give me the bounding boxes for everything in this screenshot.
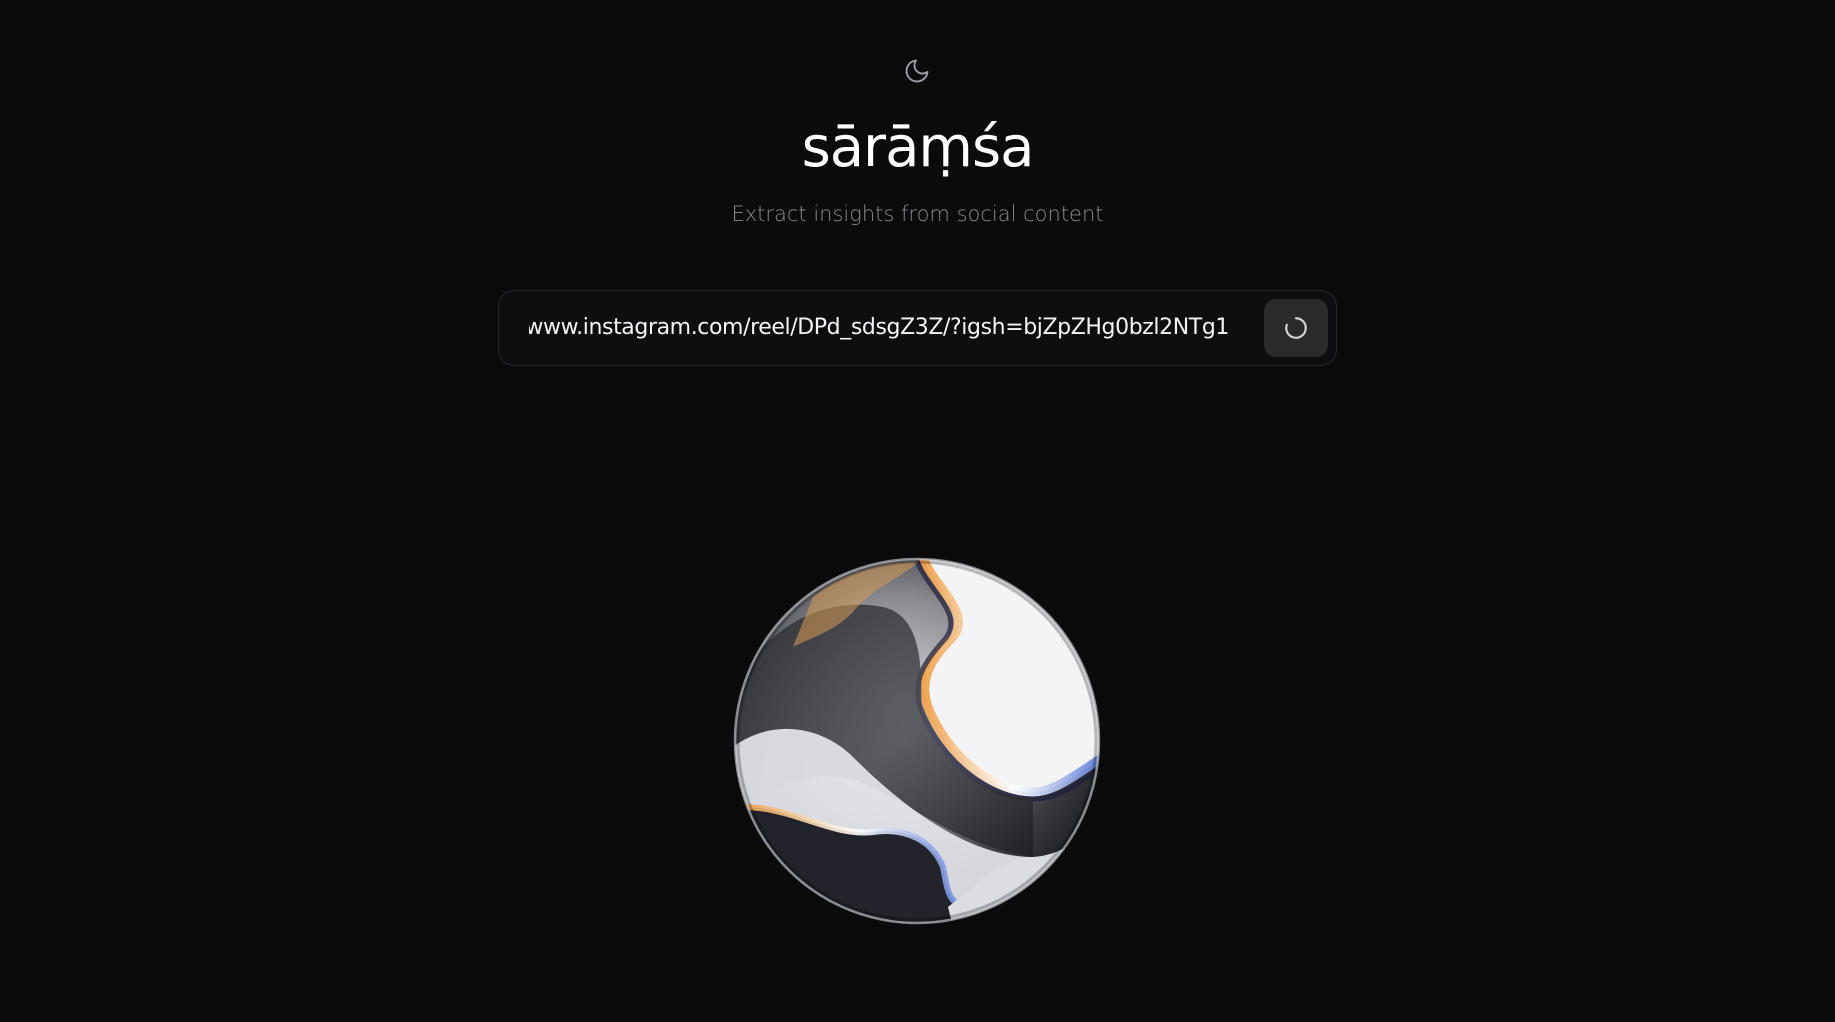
url-input[interactable]: tps://www.instagram.com/reel/DPd_sdsgZ3Z… [529,291,1229,365]
app-page: sārāṃśa Extract insights from social con… [0,0,1835,1022]
url-form: tps://www.instagram.com/reel/DPd_sdsgZ3Z… [498,290,1337,366]
chrome-orb-graphic [733,557,1101,925]
submit-button[interactable] [1264,299,1328,357]
loading-spinner-icon [1285,317,1307,339]
app-subtitle: Extract insights from social content [731,202,1104,226]
url-input-value: tps://www.instagram.com/reel/DPd_sdsgZ3Z… [529,315,1229,340]
moon-icon [905,59,929,83]
theme-toggle-button[interactable] [902,56,932,86]
app-title: sārāṃśa [801,115,1035,180]
